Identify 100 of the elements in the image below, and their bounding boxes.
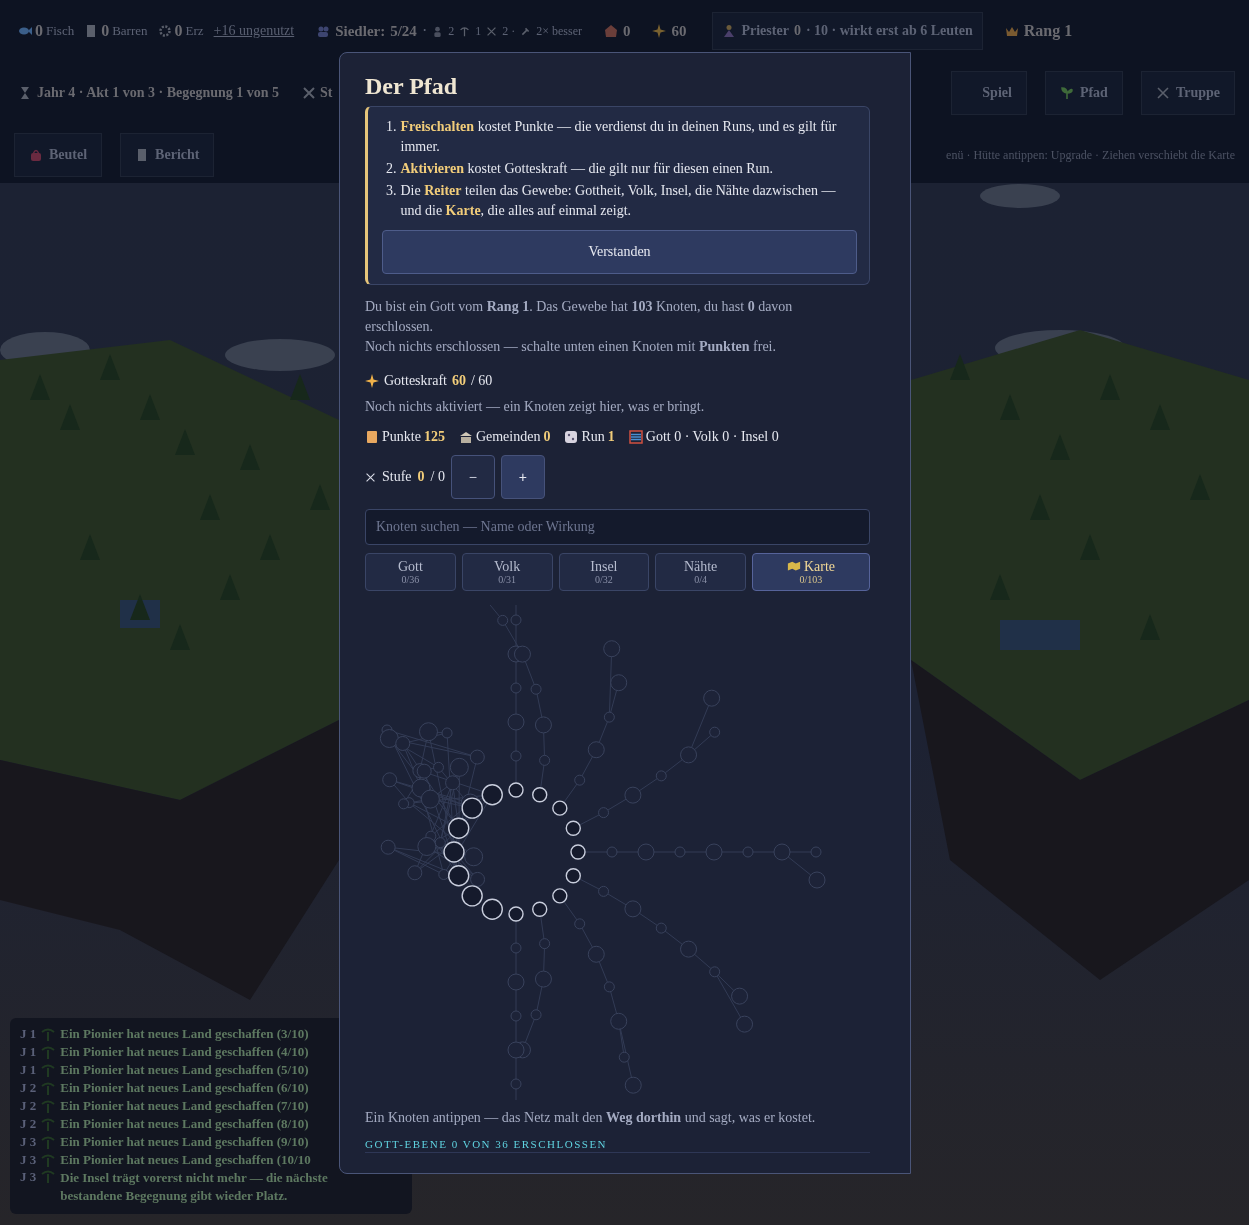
- cut-off-label: St: [320, 85, 333, 101]
- level-value: 0: [417, 469, 425, 485]
- power-max: / 60: [471, 373, 493, 389]
- log-entry: Ein Pionier hat neues Land geschaffen (3/10): [60, 1026, 309, 1042]
- log-year: J 2: [20, 1116, 37, 1132]
- log-year: J 1: [20, 1026, 37, 1042]
- level-label: Stufe: [382, 469, 412, 485]
- tab-count: 0/36: [401, 573, 420, 586]
- building-icon: [458, 430, 473, 444]
- level-max: / 0: [430, 469, 445, 485]
- tab-label: Nähte: [683, 558, 718, 574]
- tab-count: 0/103: [799, 573, 823, 586]
- active-note: Noch nichts aktiviert — ein Knoten zeigt hier, was er bringt.: [365, 399, 706, 415]
- bag-icon: [29, 148, 43, 162]
- stat-value: 0: [543, 429, 551, 445]
- die-icon: [564, 430, 579, 444]
- log-entry: Ein Pionier hat neues Land geschaffen (9/10): [60, 1134, 309, 1150]
- log-entry: Ein Pionier hat neues Land geschaffen (4/10): [60, 1044, 309, 1060]
- list-number: 2.: [386, 160, 397, 178]
- year-info: Jahr 4 · Akt 1 von 3 · Begegnung 1 von 5: [37, 85, 280, 101]
- tab-label: Karte: [803, 558, 836, 574]
- swords-icon: [302, 86, 317, 100]
- log-entry: Die Insel trägt vorerst nicht mehr — die nächste bestandene Begegnung gibt wieder Platz.: [60, 1169, 329, 1205]
- intro-text: Freischalten kostet Punkte — die verdienst du in deinen Runs, und es gilt für immer.: [400, 118, 838, 156]
- praying-figure-icon: [722, 24, 737, 38]
- power-label: Gotteskraft: [384, 373, 447, 389]
- stat-label: Punkte: [382, 429, 421, 445]
- summary-text: Du bist ein Gott vom Rang 1. Das Gewebe hat 103 Knoten, du hast 0 davon erschlossen.: [365, 298, 794, 336]
- tab-count: 0/4: [694, 573, 707, 586]
- sparkle-icon: [652, 24, 667, 38]
- stat-label: Gott 0 · Volk 0 · Insel 0: [645, 429, 779, 445]
- hourglass-icon: [18, 86, 32, 100]
- section-heading: GOTT-EBENE 0 VON 36 ERSCHLOSSEN: [365, 1138, 870, 1153]
- log-year: J 2: [20, 1080, 37, 1096]
- map-hint: Ein Knoten antippen — das Netz malt den Weg dorthin und sagt, was er kostet.: [365, 1110, 817, 1126]
- rank-label: Rang 1: [1023, 22, 1073, 40]
- stat-value: 125: [423, 429, 445, 445]
- log-year: J 3: [20, 1169, 37, 1185]
- tab-label: Volk: [494, 558, 521, 574]
- fish-label: Fisch: [46, 23, 75, 39]
- house-count: 0: [622, 22, 631, 40]
- log-entry: Ein Pionier hat neues Land geschaffen (8/10): [60, 1116, 309, 1132]
- person-icon: [432, 25, 444, 37]
- abacus-icon: [628, 430, 643, 444]
- power-count: 60: [671, 22, 687, 40]
- sparkle-icon: [365, 374, 379, 388]
- log-entry: Ein Pionier hat neues Land geschaffen (7/10): [60, 1098, 309, 1114]
- priest-label: Priester: [741, 23, 789, 39]
- log-entry: Ein Pionier hat neues Land geschaffen (10/10: [60, 1152, 311, 1168]
- bar-label: Barren: [112, 23, 148, 39]
- log-year: J 2: [20, 1098, 37, 1114]
- fish-count: 0: [35, 22, 43, 40]
- log-year: J 1: [20, 1062, 37, 1078]
- house-icon: [603, 24, 618, 38]
- tab-label: Gott: [397, 558, 423, 574]
- summary-text: Noch nichts erschlossen — schalte unten einen Knoten mit Punkten frei.: [365, 338, 777, 356]
- bonus-text: 2× besser: [536, 23, 582, 39]
- list-number: 3.: [386, 182, 397, 200]
- scroll-icon: [365, 430, 379, 444]
- log-year: J 3: [20, 1152, 37, 1168]
- stat-value: 1: [607, 429, 615, 445]
- pickaxe-icon: [459, 25, 471, 37]
- map-icon: [786, 559, 801, 573]
- gear-icon: [157, 24, 172, 38]
- layer-tab[interactable]: Insel 0/32: [558, 553, 650, 591]
- miner-count: 1: [475, 23, 482, 39]
- layer-tab[interactable]: Gott 0/36: [365, 553, 456, 591]
- worker-count: 2: [448, 23, 455, 39]
- log-entry: Ein Pionier hat neues Land geschaffen (5/10): [60, 1062, 309, 1078]
- list-number: 1.: [386, 118, 397, 136]
- step-button[interactable]: +: [500, 455, 545, 499]
- intro-text: Die Reiter teilen das Gewebe: Gottheit, Volk, Insel, die Nähte dazwischen — und die Karte, die alles auf einmal zeigt.: [400, 182, 837, 220]
- settlers-count: 5/24: [390, 22, 417, 40]
- ore-count: 0: [174, 22, 183, 40]
- tab-count: 0/32: [595, 573, 613, 586]
- tab-label: Insel: [590, 558, 618, 574]
- fighter-count: 2 ·: [502, 23, 516, 39]
- layer-tab[interactable]: Volk 0/31: [461, 553, 553, 591]
- people-icon: [316, 24, 331, 38]
- separator-dot: ·: [421, 22, 428, 40]
- power-value: 60: [452, 373, 466, 389]
- settlers-label: Siedler:: [335, 22, 386, 40]
- swords-icon: [1155, 86, 1170, 100]
- search-field[interactable]: Knoten suchen — Name oder Wirkung: [365, 509, 870, 545]
- stat-label: Run: [581, 429, 605, 445]
- bar-count: 0: [101, 22, 110, 40]
- layer-tab[interactable]: Karte 0/103: [752, 553, 870, 591]
- swords-icon: [365, 471, 376, 483]
- swords-icon: [486, 25, 498, 37]
- layer-tab[interactable]: Nähte 0/4: [655, 553, 746, 591]
- log-year: J 3: [20, 1134, 37, 1150]
- sprout-icon: [1059, 86, 1074, 100]
- stat-label: Gemeinden: [475, 429, 541, 445]
- priest-count: 0: [793, 23, 801, 39]
- ore-label: Erz: [185, 23, 204, 39]
- tab-count: 0/31: [498, 573, 516, 586]
- log-year: J 1: [20, 1044, 37, 1060]
- priest-note: · 10 · wirkt erst ab 6 Leuten: [805, 23, 973, 39]
- log-entry: Ein Pionier hat neues Land geschaffen (6/10): [60, 1080, 309, 1096]
- confirm-button[interactable]: Verstanden: [382, 230, 857, 274]
